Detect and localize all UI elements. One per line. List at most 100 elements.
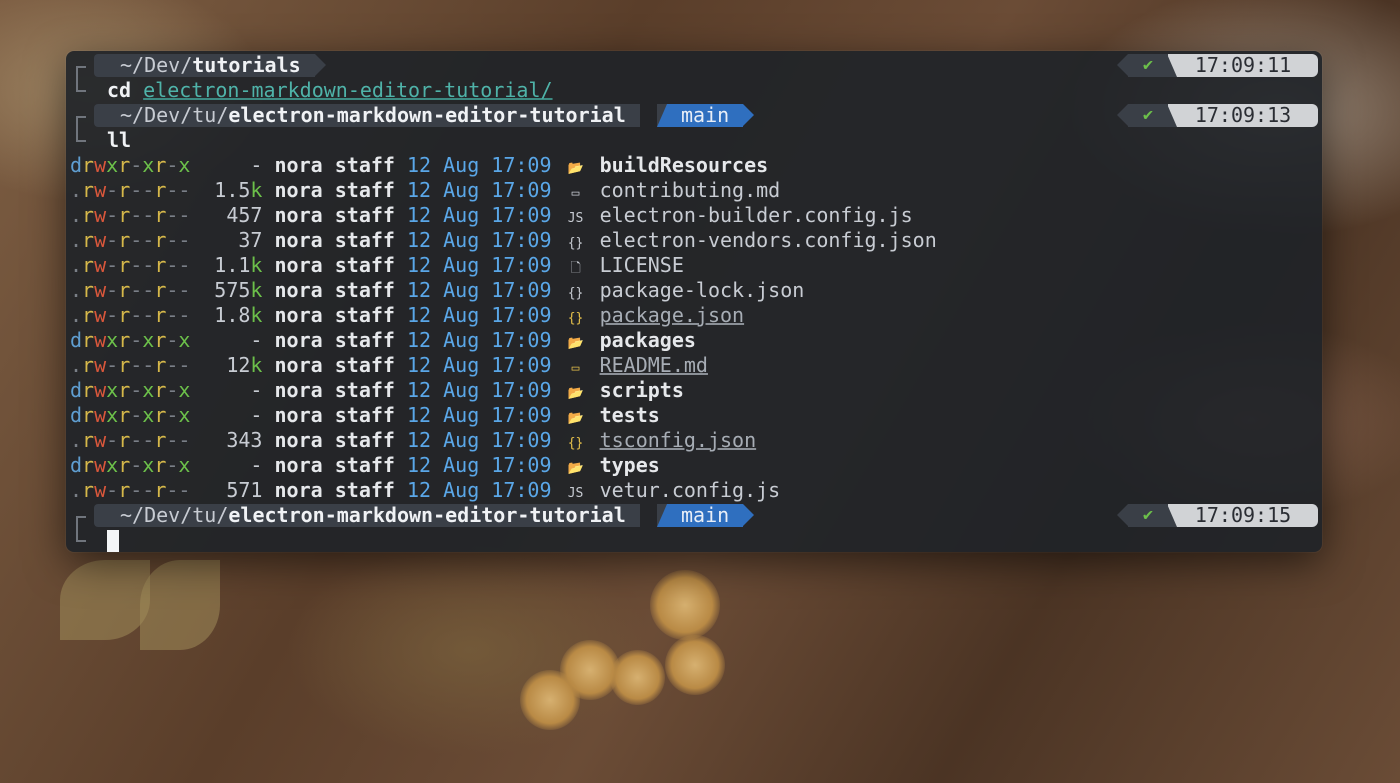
- modified-date: 12 Aug 17:09: [407, 178, 552, 202]
- modified-date: 12 Aug 17:09: [407, 153, 552, 177]
- terminal-window[interactable]: ~/Dev/tutorials ✔ 17:09:11 cd electron-m…: [66, 51, 1322, 552]
- file-name: tests: [599, 403, 660, 427]
- owner-group: staff: [334, 303, 395, 327]
- file-size: 571: [226, 478, 263, 502]
- permissions: drwxr-xr-x: [70, 378, 191, 402]
- permissions: .rw-r--r--: [70, 303, 191, 327]
- right-prompt: ✔ 17:09:13: [1117, 104, 1318, 127]
- dried-flower: [650, 570, 720, 640]
- file-name[interactable]: tsconfig.json: [600, 428, 757, 452]
- dried-leaf: [140, 560, 220, 650]
- permissions: drwxr-xr-x: [70, 328, 191, 352]
- permissions: .rw-r--r--: [70, 203, 191, 227]
- permissions: .rw-r--r--: [70, 278, 191, 302]
- owner-group: staff: [334, 328, 395, 352]
- status-check-icon: ✔: [1117, 504, 1168, 527]
- modified-date: 12 Aug 17:09: [407, 303, 552, 327]
- listing-row: .rw-r--r-- 12k nora staff 12 Aug 17:09 ▭ …: [70, 353, 708, 381]
- prompt-directory: ~/Dev/tu/electron-markdown-editor-tutori…: [94, 504, 640, 527]
- file-name: contributing.md: [599, 178, 781, 202]
- file-size: -: [250, 403, 263, 427]
- prompt-time: 17:09:11: [1167, 54, 1318, 77]
- file-size: 12k: [226, 353, 263, 377]
- owner-user: nora: [274, 228, 323, 252]
- file-name: types: [599, 453, 660, 477]
- owner-user: nora: [274, 378, 323, 402]
- owner-group: staff: [334, 278, 395, 302]
- prompt-directory: ~/Dev/tu/electron-markdown-editor-tutori…: [94, 104, 640, 127]
- input-line[interactable]: [66, 528, 1322, 552]
- text-cursor[interactable]: [107, 530, 119, 552]
- file-name[interactable]: package.json: [600, 303, 745, 327]
- list-item: .rw-r--r-- 1.1k nora staff 12 Aug 17:09 🗋…: [66, 253, 1322, 278]
- file-size: -: [250, 328, 263, 352]
- listing-row: .rw-r--r-- 343 nora staff 12 Aug 17:09 {}…: [70, 428, 756, 456]
- file-size: -: [250, 378, 263, 402]
- command: ll: [107, 128, 132, 152]
- file-name[interactable]: README.md: [600, 353, 708, 377]
- owner-group: staff: [334, 153, 395, 177]
- owner-group: staff: [334, 403, 395, 427]
- dried-leaf: [60, 560, 150, 640]
- owner-user: nora: [274, 178, 323, 202]
- modified-date: 12 Aug 17:09: [407, 253, 552, 277]
- owner-group: staff: [334, 253, 395, 277]
- list-item: drwxr-xr-x - nora staff 12 Aug 17:09 📂 ty…: [66, 453, 1322, 478]
- permissions: .rw-r--r--: [70, 253, 191, 277]
- list-item: drwxr-xr-x - nora staff 12 Aug 17:09 📂 bu…: [66, 153, 1322, 178]
- permissions: .rw-r--r--: [70, 178, 191, 202]
- dried-flower: [610, 650, 665, 705]
- modified-date: 12 Aug 17:09: [407, 353, 552, 377]
- prompt-bracket: [76, 78, 86, 92]
- owner-user: nora: [274, 478, 323, 502]
- owner-user: nora: [274, 353, 323, 377]
- modified-date: 12 Aug 17:09: [407, 228, 552, 252]
- owner-group: staff: [334, 378, 395, 402]
- prompt-bracket: [76, 528, 86, 542]
- list-item: .rw-r--r-- 1.5k nora staff 12 Aug 17:09 ▭…: [66, 178, 1322, 203]
- permissions: drwxr-xr-x: [70, 153, 191, 177]
- owner-group: staff: [334, 453, 395, 477]
- file-name: packages: [599, 328, 696, 352]
- owner-user: nora: [274, 253, 323, 277]
- permissions: .rw-r--r--: [70, 428, 191, 452]
- owner-group: staff: [334, 203, 395, 227]
- dir-current: tutorials: [192, 53, 301, 77]
- owner-group: staff: [334, 178, 395, 202]
- file-size: -: [250, 153, 263, 177]
- listing-row: .rw-r--r-- 575k nora staff 12 Aug 17:09 {…: [70, 278, 804, 306]
- modified-date: 12 Aug 17:09: [407, 278, 552, 302]
- listing-row: .rw-r--r-- 1.8k nora staff 12 Aug 17:09 {…: [70, 303, 744, 331]
- permissions: .rw-r--r--: [70, 228, 191, 252]
- modified-date: 12 Aug 17:09: [407, 428, 552, 452]
- dried-flower: [520, 670, 580, 730]
- git-branch-badge: main: [657, 504, 755, 527]
- owner-user: nora: [274, 153, 323, 177]
- prompt-line: ~/Dev/tu/electron-markdown-editor-tutori…: [66, 503, 1322, 530]
- modified-date: 12 Aug 17:09: [407, 203, 552, 227]
- file-name: electron-builder.config.js: [599, 203, 913, 227]
- file-name: package-lock.json: [599, 278, 805, 302]
- status-check-icon: ✔: [1117, 104, 1168, 127]
- owner-user: nora: [274, 403, 323, 427]
- modified-date: 12 Aug 17:09: [407, 378, 552, 402]
- list-item: .rw-r--r-- 457 nora staff 12 Aug 17:09 JS…: [66, 203, 1322, 228]
- listing-row: .rw-r--r-- 1.1k nora staff 12 Aug 17:09 🗋…: [70, 253, 684, 281]
- list-item: .rw-r--r-- 1.8k nora staff 12 Aug 17:09 {…: [66, 303, 1322, 328]
- owner-group: staff: [334, 353, 395, 377]
- prompt-bracket: [76, 128, 86, 142]
- file-name: vetur.config.js: [599, 478, 781, 502]
- file-size: 1.1k: [214, 253, 263, 277]
- modified-date: 12 Aug 17:09: [407, 328, 552, 352]
- dried-flower: [665, 635, 725, 695]
- git-branch-badge: main: [657, 104, 755, 127]
- list-item: .rw-r--r-- 571 nora staff 12 Aug 17:09 JS…: [66, 478, 1322, 503]
- status-check-icon: ✔: [1117, 54, 1168, 77]
- command: cd electron-markdown-editor-tutorial/: [107, 78, 553, 102]
- permissions: drwxr-xr-x: [70, 403, 191, 427]
- owner-group: staff: [334, 428, 395, 452]
- owner-user: nora: [274, 328, 323, 352]
- owner-group: staff: [334, 478, 395, 502]
- command-arg-link[interactable]: electron-markdown-editor-tutorial/: [143, 78, 552, 102]
- file-name: electron-vendors.config.json: [599, 228, 937, 252]
